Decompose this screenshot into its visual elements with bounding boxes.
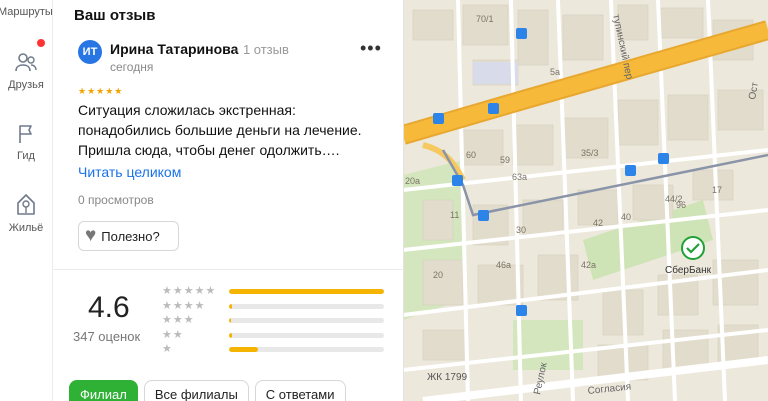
svg-text:20: 20	[433, 270, 443, 280]
divider	[52, 269, 403, 270]
svg-text:60: 60	[466, 150, 476, 160]
rail-item-friends[interactable]: Друзья	[0, 52, 52, 91]
svg-text:42а: 42а	[581, 260, 596, 270]
map-canvas[interactable]: 70/1 5a 60 59 63а 35/3 44/2 40 42 42а 30…	[403, 0, 768, 401]
svg-text:42: 42	[593, 218, 603, 228]
left-rail: Маршруты Друзья Гид Жильё	[0, 0, 53, 401]
avatar[interactable]: ИТ	[78, 40, 102, 64]
chip-branch[interactable]: Филиал	[69, 380, 138, 401]
useful-button[interactable]: ♥ Полезно?	[78, 221, 179, 251]
svg-text:30: 30	[516, 225, 526, 235]
distribution-row: ★★★	[162, 314, 384, 326]
distribution-bar-fill	[229, 347, 259, 352]
review-panel: Ваш отзыв ИТ Ирина Татаринова · 1 отзыв …	[52, 0, 404, 401]
svg-text:ЖК 1799: ЖК 1799	[427, 372, 468, 383]
house-icon	[0, 191, 52, 220]
rail-item-label: Друзья	[8, 79, 44, 91]
read-more-link[interactable]: Читать целиком	[78, 164, 181, 180]
distribution-stars: ★★★	[162, 314, 195, 326]
useful-button-label: Полезно?	[101, 228, 160, 244]
review-text: Ситуация сложилась экстренная: понадобил…	[78, 102, 362, 158]
svg-text:63а: 63а	[512, 172, 527, 182]
distribution-row: ★★	[162, 329, 384, 341]
views-count: 0 просмотров	[78, 193, 154, 207]
rail-item-label: Жильё	[8, 222, 44, 234]
map-view[interactable]: 70/1 5a 60 59 63а 35/3 44/2 40 42 42а 30…	[403, 0, 768, 401]
rail-item-label: Маршруты	[0, 6, 53, 18]
svg-text:40: 40	[621, 212, 631, 222]
svg-text:17: 17	[712, 185, 722, 195]
more-menu-icon[interactable]: •••	[360, 39, 382, 57]
distribution-stars: ★★★★★	[162, 285, 217, 297]
distribution-bar-track	[229, 318, 384, 323]
rail-item-housing[interactable]: Жильё	[0, 191, 52, 234]
distribution-bar-track	[229, 303, 384, 309]
svg-text:20а: 20а	[405, 176, 420, 186]
svg-text:59: 59	[500, 155, 510, 165]
distribution-bar-track	[229, 289, 384, 294]
notification-dot	[37, 39, 45, 47]
average-rating: 4.6	[88, 291, 130, 324]
rail-item-label: Гид	[17, 150, 35, 162]
flag-icon	[0, 123, 52, 148]
review-stars: ★★★★★	[78, 86, 124, 96]
rating-count: 347 оценок	[73, 329, 141, 344]
svg-text:5a: 5a	[550, 67, 560, 77]
svg-text:11: 11	[450, 210, 459, 220]
rail-item-routes[interactable]: Маршруты	[0, 6, 53, 18]
distribution-stars: ★★★★	[162, 299, 206, 312]
chip-all-branches[interactable]: Все филиалы	[143, 380, 249, 401]
filter-chips: Филиал Все филиалы С ответами	[69, 380, 346, 401]
author-review-count: · 1 отзыв	[235, 42, 289, 57]
svg-text:35/3: 35/3	[581, 148, 599, 158]
rail-item-guide[interactable]: Гид	[0, 123, 52, 162]
distribution-bar-fill	[229, 318, 232, 323]
distribution-bar-track	[229, 332, 384, 338]
chip-with-replies[interactable]: С ответами	[254, 380, 346, 401]
panel-title: Ваш отзыв	[74, 7, 156, 24]
distribution-row: ★★★★★	[162, 285, 384, 297]
people-icon	[0, 52, 52, 77]
distribution-bar-fill	[229, 332, 233, 338]
distribution-row: ★★★★	[162, 300, 384, 312]
distribution-bar-fill	[229, 289, 384, 294]
svg-text:46а: 46а	[496, 260, 511, 270]
review-author[interactable]: Ирина Татаринова	[110, 41, 238, 57]
distribution-stars: ★	[162, 343, 173, 355]
svg-text:96: 96	[676, 200, 686, 210]
svg-text:СберБанк: СберБанк	[665, 264, 712, 276]
svg-text:70/1: 70/1	[476, 14, 494, 24]
sberbank-icon[interactable]	[681, 236, 705, 260]
distribution-row: ★	[162, 343, 384, 355]
review-date: сегодня	[110, 60, 154, 74]
distribution-stars: ★★	[162, 328, 184, 341]
distribution-bar-track	[229, 347, 384, 352]
heart-icon: ♥	[85, 225, 97, 246]
distribution-bar-fill	[229, 303, 233, 309]
